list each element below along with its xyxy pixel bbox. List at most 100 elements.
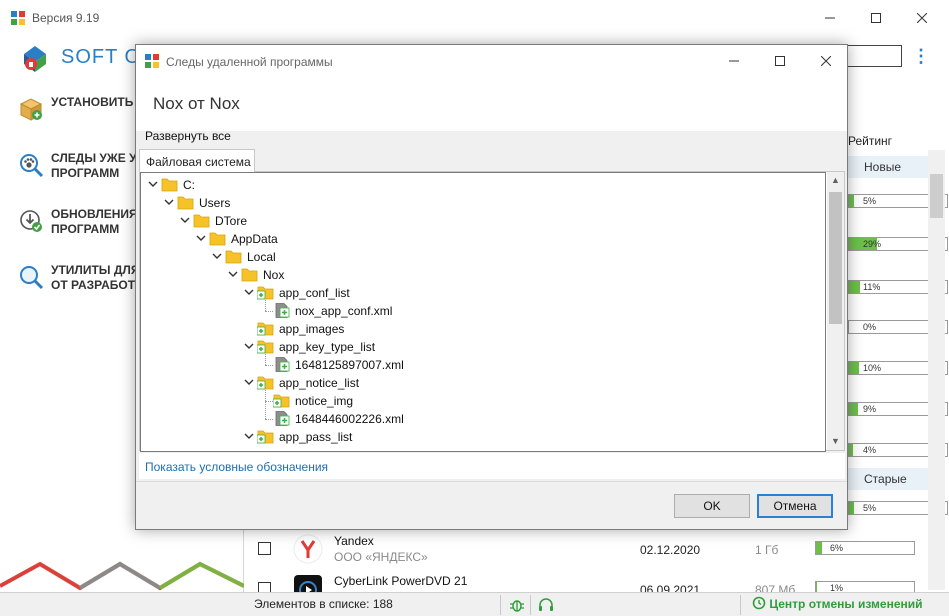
tree-node-label: 1648446002226.xml <box>295 412 404 426</box>
magnifier-icon <box>20 266 44 290</box>
chevron-down-icon[interactable] <box>243 430 255 442</box>
program-size: 1 Гб <box>755 543 779 557</box>
added-file-icon <box>273 357 290 372</box>
chevron-down-icon[interactable] <box>211 250 223 262</box>
scrollbar-thumb[interactable] <box>829 192 842 324</box>
app-logo-icon <box>11 11 25 25</box>
scroll-down-arrow-icon[interactable]: ▼ <box>827 433 844 450</box>
added-file-icon <box>273 303 290 318</box>
added-folder-icon <box>256 339 274 354</box>
chevron-down-icon[interactable] <box>243 286 255 298</box>
divider <box>530 595 531 615</box>
undo-center-label: Центр отмены изменений <box>769 597 923 611</box>
scroll-up-arrow-icon[interactable]: ▲ <box>827 172 844 189</box>
divider <box>740 595 741 615</box>
dialog-title: Следы удаленной программы <box>166 55 333 69</box>
main-window-title: Версия 9.19 <box>32 11 100 25</box>
tree-node-label: Local <box>247 250 276 264</box>
maximize-button[interactable] <box>853 0 899 36</box>
dialog-maximize-button[interactable] <box>757 45 803 77</box>
bug-report-icon[interactable] <box>508 596 526 614</box>
group-header-new[interactable]: Новые <box>848 156 936 178</box>
rating-bar: 6% <box>815 541 915 555</box>
divider <box>500 595 501 615</box>
folder-icon <box>177 195 194 210</box>
row-checkbox[interactable] <box>258 542 271 555</box>
sidebar-item-label: УСТАНОВИТЬ И <box>51 95 146 109</box>
tree-node-label: app_key_type_list <box>279 340 376 354</box>
tab-panel: C: Users DTore AppData Local Nox app_conf_list… <box>139 171 845 452</box>
app-logo-icon <box>145 54 159 68</box>
decorative-wave-graphic <box>0 561 244 591</box>
scrollbar-thumb[interactable] <box>930 174 943 218</box>
undo-clock-icon <box>752 596 766 610</box>
added-file-icon <box>273 411 290 426</box>
tree-connector <box>265 300 266 311</box>
program-title: Nox от Nox <box>153 94 240 113</box>
tree-scrollbar[interactable]: ▲ ▼ <box>827 172 844 450</box>
status-bar: Элементов в списке: 188 Центр отмены изм… <box>0 592 949 616</box>
paw-search-icon <box>20 154 44 178</box>
undo-center-button[interactable]: Центр отмены изменений <box>752 596 923 611</box>
tree-node-label: app_notice_list <box>279 376 360 390</box>
chevron-down-icon[interactable] <box>163 196 175 208</box>
tree-connector <box>265 419 273 420</box>
show-legend-link[interactable]: Показать условные обозначения <box>145 460 328 474</box>
program-name: Yandex <box>334 534 374 548</box>
more-options-icon[interactable]: ⋮ <box>912 44 930 68</box>
sidebar-item-label: СЛЕДЫ УЖЕ УД ПРОГРАММ <box>51 151 145 180</box>
install-package-icon <box>19 98 43 121</box>
added-folder-icon <box>256 429 274 444</box>
tree-node-label: app_images <box>279 322 345 336</box>
added-folder-icon <box>256 321 274 336</box>
maximize-icon <box>775 56 785 66</box>
dialog-titlebar: Следы удаленной программы <box>136 45 847 77</box>
cancel-button[interactable]: Отмена <box>757 494 833 518</box>
close-button[interactable] <box>899 0 945 36</box>
expand-all-button[interactable]: Развернуть все <box>145 129 231 143</box>
minimize-icon <box>729 60 739 62</box>
group-header-old[interactable]: Старые <box>848 468 936 490</box>
dialog-close-button[interactable] <box>803 45 849 77</box>
program-vendor: ООО «ЯНДЕКС» <box>334 550 428 564</box>
tab-file-system[interactable]: Файловая система <box>139 149 255 172</box>
tree-connector <box>265 401 273 402</box>
file-tree[interactable]: C: Users DTore AppData Local Nox app_conf_list… <box>140 172 826 452</box>
minimize-button[interactable] <box>807 0 853 36</box>
minimize-icon <box>825 17 835 19</box>
tree-connector <box>265 354 266 365</box>
chevron-down-icon[interactable] <box>227 268 239 280</box>
tree-connector <box>265 365 273 366</box>
close-icon <box>917 13 927 23</box>
close-icon <box>821 56 831 66</box>
sidebar-item-label: УТИЛИТЫ ДЛЯ ОТ РАЗРАБОТЧ <box>51 263 144 292</box>
install-date: 02.12.2020 <box>640 543 701 557</box>
tree-node-label: Users <box>199 196 231 210</box>
table-row[interactable]: Yandex ООО «ЯНДЕКС» 02.12.2020 1 Гб 6% <box>245 528 929 568</box>
maximize-icon <box>871 13 881 23</box>
main-list-scrollbar[interactable] <box>928 150 945 590</box>
folder-icon <box>209 231 226 246</box>
ok-button[interactable]: OK <box>674 494 750 518</box>
chevron-right-icon[interactable] <box>243 322 255 334</box>
legend-area: Показать условные обозначения <box>139 453 845 479</box>
chevron-down-icon[interactable] <box>195 232 207 244</box>
tree-connector <box>265 311 273 312</box>
tree-node-label: 1648125897007.xml <box>295 358 404 372</box>
folder-icon <box>225 249 242 264</box>
chevron-down-icon[interactable] <box>179 214 191 226</box>
chevron-down-icon[interactable] <box>243 340 255 352</box>
dialog-minimize-button[interactable] <box>711 45 757 77</box>
tree-connector <box>265 390 266 419</box>
chevron-down-icon[interactable] <box>147 178 159 190</box>
tree-node-label: Nox <box>263 268 285 282</box>
program-traces-dialog: Следы удаленной программы Nox от Nox Раз… <box>135 44 848 530</box>
download-update-icon <box>20 210 42 232</box>
divider <box>136 481 847 482</box>
program-name: CyberLink PowerDVD 21 <box>334 574 468 588</box>
support-headset-icon[interactable] <box>537 596 555 614</box>
chevron-down-icon[interactable] <box>243 376 255 388</box>
tree-node-label: AppData <box>231 232 278 246</box>
rating-column-header[interactable]: Рейтинг <box>848 134 892 148</box>
tree-node-label: app_conf_list <box>279 286 350 300</box>
